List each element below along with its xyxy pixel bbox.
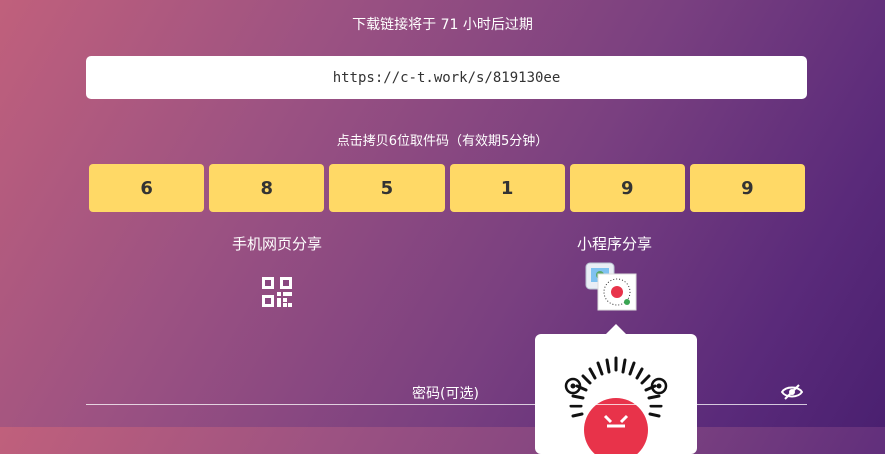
pickup-code-digit[interactable]: 9 [569,164,685,212]
mini-program-code-popup [535,334,697,454]
pickup-code-digit[interactable]: 8 [209,164,325,212]
share-link-field[interactable]: https://c-t.work/s/819130ee [86,56,807,99]
popup-arrow [606,324,626,334]
password-label: 密码(可选) [412,386,479,402]
eye-slash-icon[interactable] [780,384,804,404]
copy-code-hint: 点击拷贝6位取件码（有效期5分钟） [336,134,549,149]
password-input[interactable] [86,404,807,405]
pickup-code-digit[interactable]: 5 [329,164,445,212]
qr-code-icon[interactable] [262,277,292,311]
mini-program-share-label: 小程序分享 [577,235,653,253]
pickup-code-digit[interactable]: 9 [689,164,806,212]
pickup-code-digit[interactable]: 6 [89,164,205,212]
pickup-code-digit[interactable]: 1 [449,164,565,212]
mini-program-icon[interactable] [585,262,637,316]
web-share-label: 手机网页分享 [232,235,323,253]
expire-notice: 下载链接将于 71 小时后过期 [352,17,533,33]
pickup-code-row[interactable]: 6 8 5 1 9 9 [89,164,806,212]
mini-program-code-image [564,356,668,454]
